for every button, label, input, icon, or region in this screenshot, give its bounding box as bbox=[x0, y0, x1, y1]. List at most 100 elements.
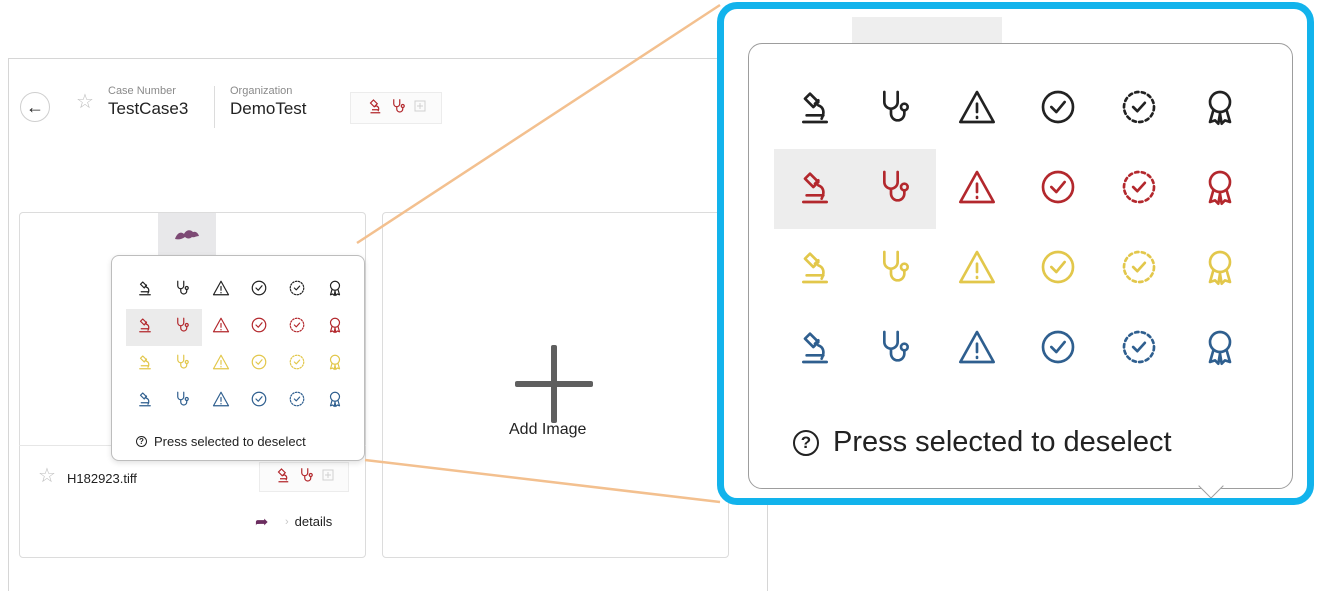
add-tag-icon[interactable] bbox=[414, 99, 426, 117]
image-thumbnail[interactable] bbox=[158, 213, 216, 257]
check-circle-icon bbox=[250, 353, 268, 376]
award-icon bbox=[1200, 247, 1240, 292]
warning-icon bbox=[957, 87, 997, 132]
yellow-stethoscope-tag-option[interactable] bbox=[164, 346, 202, 383]
red-stethoscope-tag-option[interactable] bbox=[855, 149, 936, 229]
red-check-circle-tag-option[interactable] bbox=[1017, 149, 1098, 229]
black-award-tag-option[interactable] bbox=[316, 272, 354, 309]
zoomed-tag-picker-popover: ? Press selected to deselect bbox=[748, 43, 1293, 489]
award-icon bbox=[1200, 87, 1240, 132]
microscope-icon bbox=[795, 167, 835, 212]
yellow-microscope-tag-option[interactable] bbox=[126, 346, 164, 383]
tissue-thumbnail-icon bbox=[175, 230, 199, 240]
dashed-check-circle-icon bbox=[1119, 87, 1159, 132]
blue-check-circle-tag-option[interactable] bbox=[1017, 309, 1098, 389]
yellow-stethoscope-tag-option[interactable] bbox=[855, 229, 936, 309]
help-circle-icon: ? bbox=[136, 436, 147, 447]
zoomed-deselect-hint-text: Press selected to deselect bbox=[833, 426, 1172, 458]
award-icon bbox=[326, 353, 344, 376]
tag-picker-popover: ? Press selected to deselect bbox=[111, 255, 365, 461]
black-warning-tag-option[interactable] bbox=[936, 69, 1017, 149]
black-warning-tag-option[interactable] bbox=[202, 272, 240, 309]
image-file-name: H182923.tiff bbox=[67, 471, 137, 486]
tag-icon-grid bbox=[126, 272, 354, 420]
blue-stethoscope-tag-option[interactable] bbox=[164, 383, 202, 420]
yellow-award-tag-option[interactable] bbox=[1179, 229, 1260, 309]
yellow-award-tag-option[interactable] bbox=[316, 346, 354, 383]
add-image-label: Add Image bbox=[509, 421, 587, 438]
yellow-microscope-tag-option[interactable] bbox=[774, 229, 855, 309]
organization-label: Organization bbox=[230, 85, 293, 97]
microscope-icon bbox=[136, 279, 154, 302]
stethoscope-icon bbox=[876, 167, 916, 212]
black-microscope-tag-option[interactable] bbox=[774, 69, 855, 149]
image-tag-selector[interactable] bbox=[259, 462, 349, 492]
black-microscope-tag-option[interactable] bbox=[126, 272, 164, 309]
blue-check-circle-tag-option[interactable] bbox=[240, 383, 278, 420]
black-stethoscope-tag-option[interactable] bbox=[164, 272, 202, 309]
microscope-icon bbox=[136, 390, 154, 413]
blue-microscope-tag-option[interactable] bbox=[774, 309, 855, 389]
microscope-icon bbox=[795, 327, 835, 372]
yellow-dashed-check-circle-tag-option[interactable] bbox=[1098, 229, 1179, 309]
black-dashed-check-circle-tag-option[interactable] bbox=[278, 272, 316, 309]
blue-award-tag-option[interactable] bbox=[316, 383, 354, 420]
dashed-check-circle-icon bbox=[288, 316, 306, 339]
favorite-star-icon[interactable]: ☆ bbox=[76, 92, 94, 112]
red-warning-tag-option[interactable] bbox=[202, 309, 240, 346]
yellow-warning-tag-option[interactable] bbox=[202, 346, 240, 383]
zoomed-deselect-hint: ? Press selected to deselect bbox=[793, 426, 1172, 459]
deselect-hint-text: Press selected to deselect bbox=[154, 434, 306, 449]
award-icon bbox=[1200, 167, 1240, 212]
case-number-value: TestCase3 bbox=[108, 99, 189, 118]
blue-dashed-check-circle-tag-option[interactable] bbox=[278, 383, 316, 420]
case-tag-selector[interactable] bbox=[350, 92, 442, 124]
dashed-check-circle-icon bbox=[1119, 167, 1159, 212]
red-dashed-check-circle-tag-option[interactable] bbox=[1098, 149, 1179, 229]
blue-warning-tag-option[interactable] bbox=[202, 383, 240, 420]
award-icon bbox=[326, 390, 344, 413]
red-microscope-tag-option[interactable] bbox=[126, 309, 164, 346]
red-award-tag-option[interactable] bbox=[316, 309, 354, 346]
stethoscope-icon bbox=[174, 316, 192, 339]
yellow-check-circle-tag-option[interactable] bbox=[240, 346, 278, 383]
dashed-check-circle-icon bbox=[1119, 327, 1159, 372]
back-button[interactable]: ← bbox=[20, 92, 50, 122]
file-favorite-star-icon[interactable]: ☆ bbox=[38, 466, 56, 486]
black-check-circle-tag-option[interactable] bbox=[240, 272, 278, 309]
blue-microscope-tag-option[interactable] bbox=[126, 383, 164, 420]
organization-value: DemoTest bbox=[230, 99, 307, 118]
black-award-tag-option[interactable] bbox=[1179, 69, 1260, 149]
details-link[interactable]: › details bbox=[285, 514, 332, 529]
warning-icon bbox=[212, 279, 230, 302]
share-icon[interactable]: ➦ bbox=[255, 512, 268, 532]
black-dashed-check-circle-tag-option[interactable] bbox=[1098, 69, 1179, 149]
red-dashed-check-circle-tag-option[interactable] bbox=[278, 309, 316, 346]
yellow-dashed-check-circle-tag-option[interactable] bbox=[278, 346, 316, 383]
yellow-check-circle-tag-option[interactable] bbox=[1017, 229, 1098, 309]
award-icon bbox=[1200, 327, 1240, 372]
red-stethoscope-tag-option[interactable] bbox=[164, 309, 202, 346]
add-tag-icon[interactable] bbox=[322, 468, 334, 486]
red-award-tag-option[interactable] bbox=[1179, 149, 1260, 229]
blue-warning-tag-option[interactable] bbox=[936, 309, 1017, 389]
deselect-hint: ? Press selected to deselect bbox=[136, 434, 306, 449]
blue-dashed-check-circle-tag-option[interactable] bbox=[1098, 309, 1179, 389]
stethoscope-icon bbox=[174, 390, 192, 413]
red-check-circle-tag-option[interactable] bbox=[240, 309, 278, 346]
stethoscope-icon bbox=[390, 97, 408, 120]
check-circle-icon bbox=[1038, 87, 1078, 132]
warning-icon bbox=[212, 353, 230, 376]
check-circle-icon bbox=[1038, 247, 1078, 292]
microscope-icon bbox=[274, 466, 292, 489]
black-stethoscope-tag-option[interactable] bbox=[855, 69, 936, 149]
check-circle-icon bbox=[1038, 327, 1078, 372]
check-circle-icon bbox=[250, 279, 268, 302]
black-check-circle-tag-option[interactable] bbox=[1017, 69, 1098, 149]
blue-award-tag-option[interactable] bbox=[1179, 309, 1260, 389]
red-warning-tag-option[interactable] bbox=[936, 149, 1017, 229]
plus-icon[interactable] bbox=[515, 345, 593, 423]
red-microscope-tag-option[interactable] bbox=[774, 149, 855, 229]
yellow-warning-tag-option[interactable] bbox=[936, 229, 1017, 309]
blue-stethoscope-tag-option[interactable] bbox=[855, 309, 936, 389]
